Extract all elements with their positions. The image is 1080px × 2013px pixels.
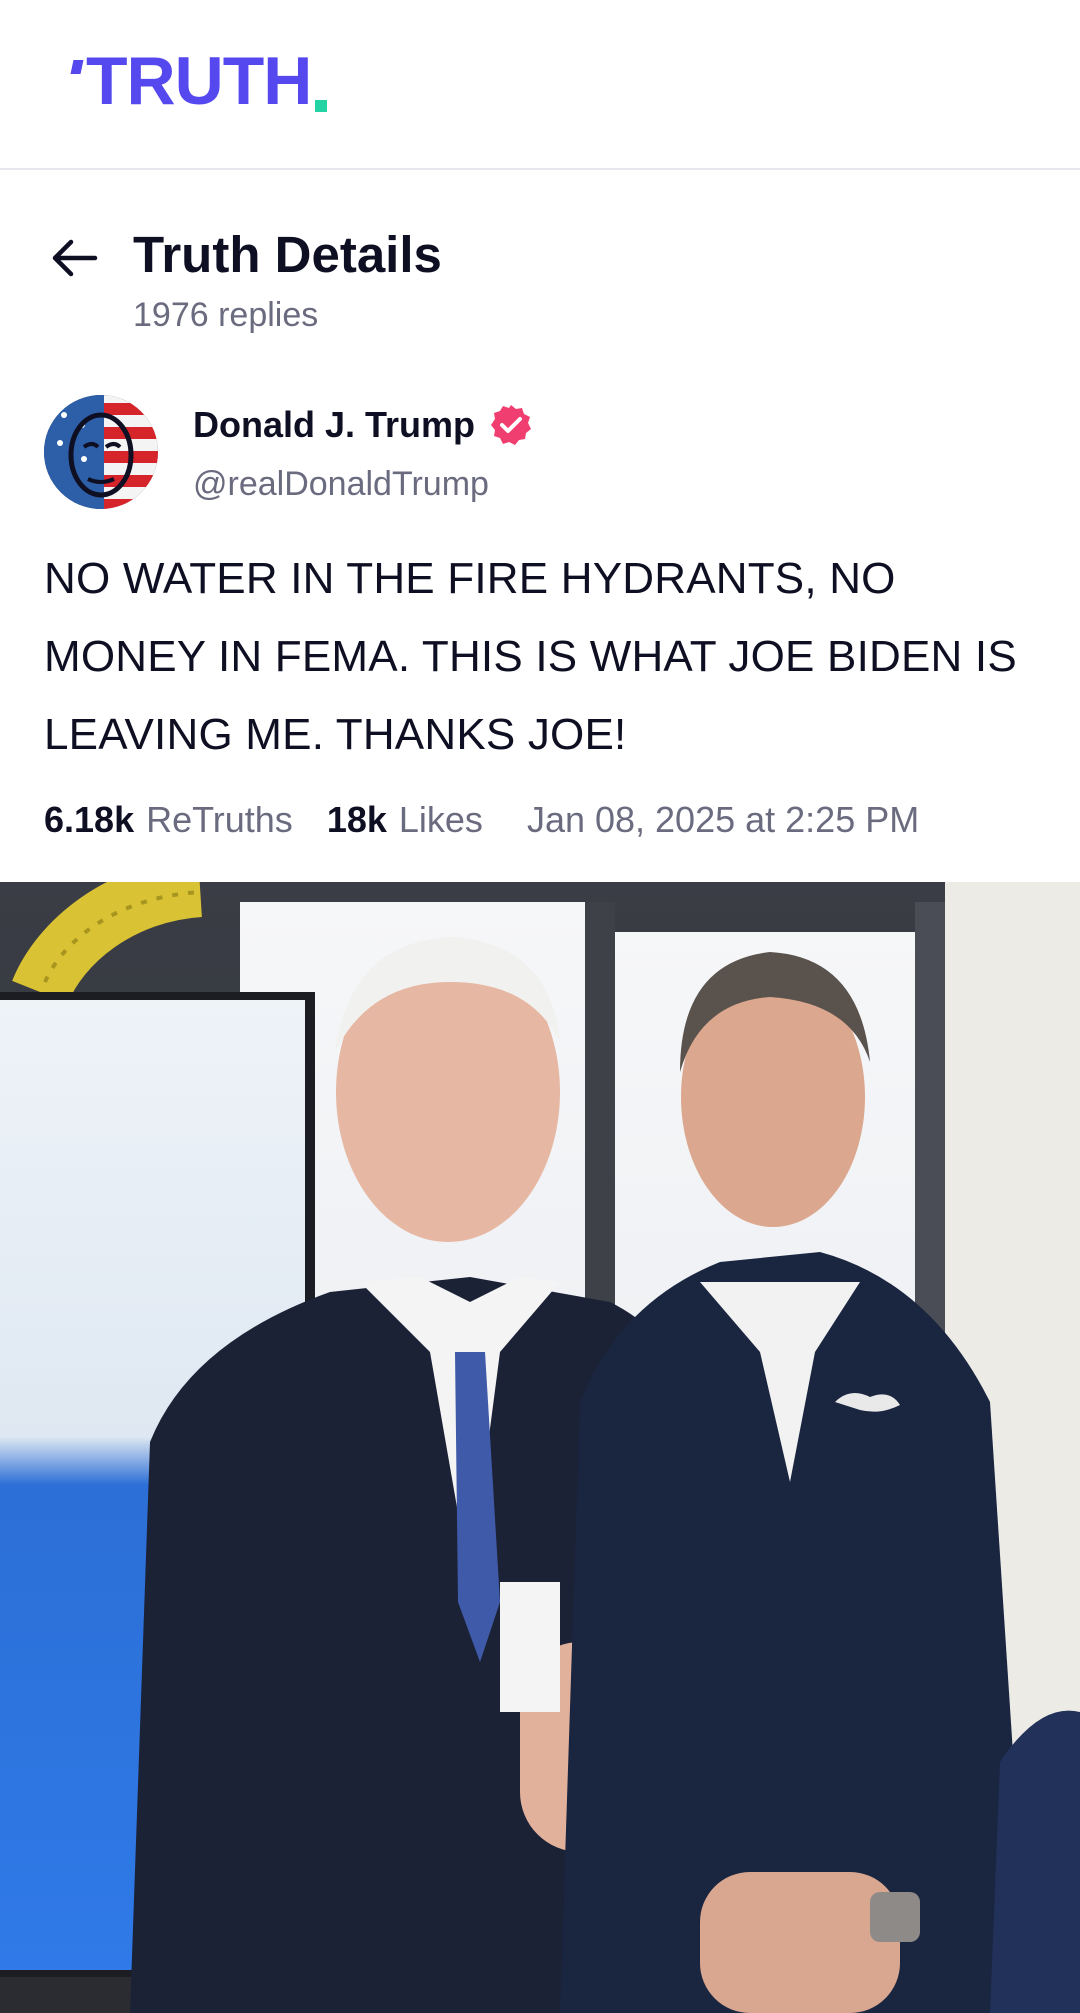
post-stats: 6.18k ReTruths 18k Likes Jan 08, 2025 at… [44,795,919,845]
verified-badge-icon [491,405,532,445]
logo-tick-mark [70,60,84,74]
retruths-count: 6.18k [44,799,135,840]
post-image[interactable] [0,882,1080,2013]
truth-logo[interactable]: TRUTH [70,43,328,119]
top-bar: TRUTH [0,0,1080,170]
user-avatar[interactable] [44,395,158,509]
reply-count: 1976 replies [133,296,319,334]
retruths-stat[interactable]: 6.18k ReTruths [44,795,293,845]
page-title: Truth Details [133,226,442,283]
post-text: NO WATER IN THE FIRE HYDRANTS, NO MONEY … [44,554,1017,759]
retruths-label: ReTruths [146,799,293,840]
author-row: Donald J. Trump @realDonaldTrump [0,390,1080,520]
likes-count: 18k [326,799,387,840]
logo-dot [315,100,328,112]
logo-text: TRUTH [86,43,312,119]
back-button[interactable] [44,228,104,288]
likes-label: Likes [398,799,483,840]
author-handle[interactable]: @realDonaldTrump [193,462,489,506]
page-header: Truth Details 1976 replies [0,170,1080,380]
likes-stat[interactable]: 18k Likes [327,795,483,845]
arrow-left-icon [52,239,98,277]
app-root: TRUTH Truth Details 1976 replies Donald … [0,0,1080,2013]
author-name-row: Donald J. Trump [193,402,533,448]
post-timestamp: Jan 08, 2025 at 2:25 PM [526,799,920,840]
author-name[interactable]: Donald J. Trump [193,402,475,448]
